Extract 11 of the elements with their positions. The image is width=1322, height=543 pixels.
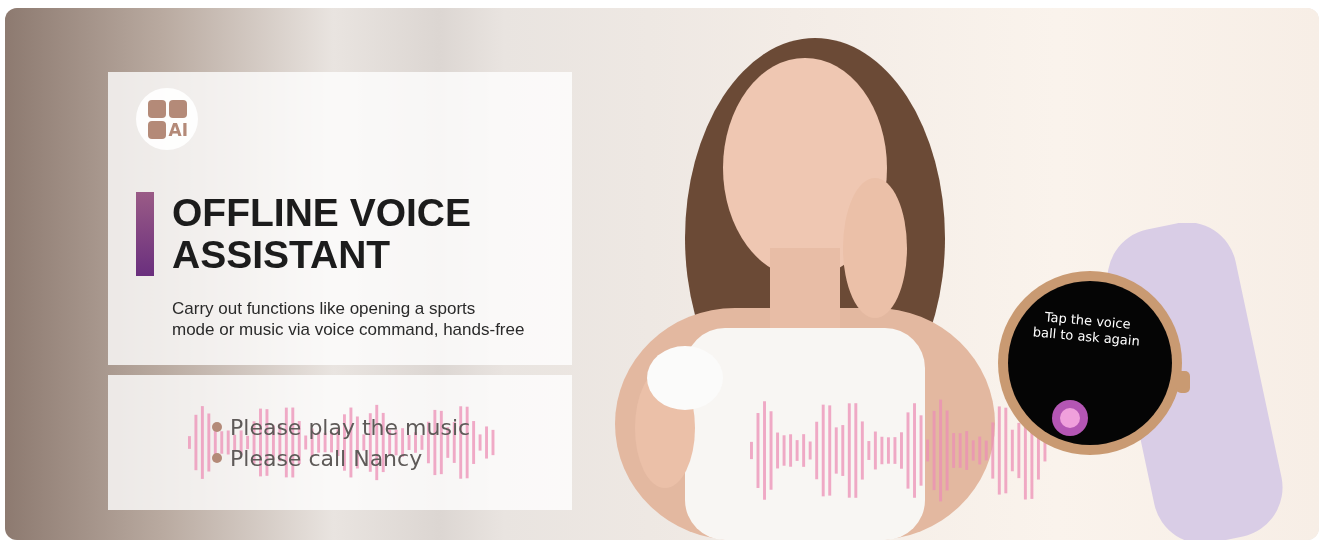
square-icon — [147, 99, 166, 118]
description: Carry out functions like opening a sports mode or music via voice command, hands-free — [172, 298, 526, 340]
badge-label: AI — [168, 120, 187, 139]
square-icon — [168, 99, 187, 118]
square-icon — [147, 120, 166, 139]
heading: OFFLINE VOICE ASSISTANT — [172, 192, 471, 276]
voice-command: Please call Nancy — [230, 445, 423, 471]
voice-command: Please play the music — [230, 414, 471, 440]
bullet-icon — [212, 453, 222, 463]
watch-screen-text: Tap the voice ball to ask again — [1031, 308, 1142, 350]
bullet-icon — [212, 422, 222, 432]
